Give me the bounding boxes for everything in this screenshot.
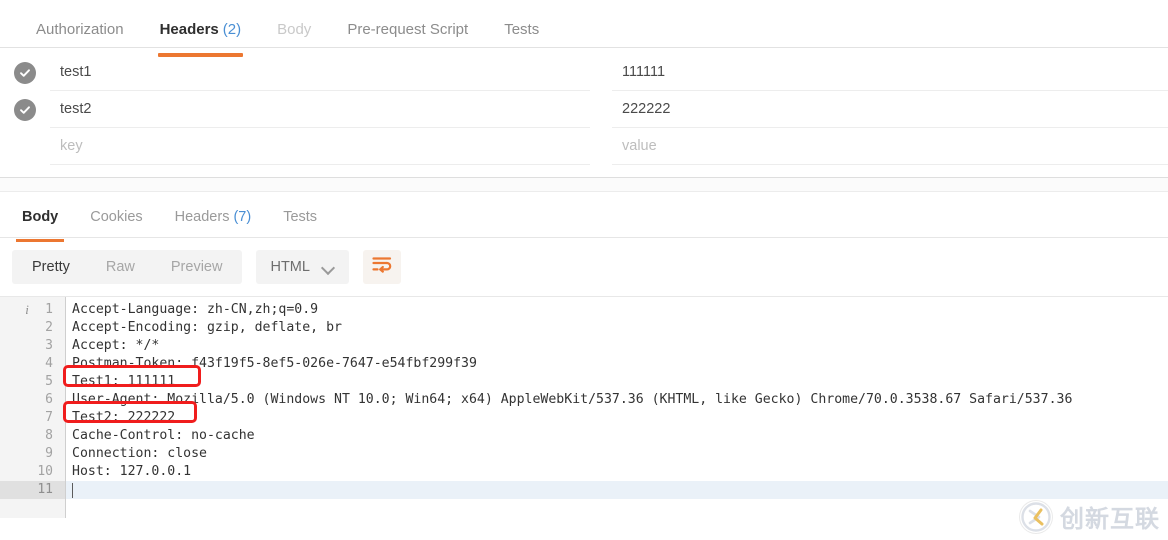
tab-response-body[interactable]: Body (6, 192, 74, 242)
chevron-down-icon (322, 263, 335, 271)
tab-headers-label: Headers (159, 21, 219, 38)
tab-tests[interactable]: Tests (486, 0, 557, 57)
view-mode-segmented-control: Pretty Raw Preview (12, 250, 243, 284)
format-dropdown[interactable]: HTML (256, 250, 349, 284)
word-wrap-button[interactable] (362, 250, 401, 284)
header-row-2-checkbox-cell (0, 98, 50, 121)
code-line: Connection: close (72, 446, 207, 461)
header-value-input-1[interactable]: 111111 (612, 54, 1168, 91)
text-cursor (72, 483, 73, 498)
brand-logo-icon (1019, 499, 1053, 534)
word-wrap-icon (372, 256, 392, 278)
code-line: Accept-Encoding: gzip, deflate, br (72, 320, 342, 335)
header-key-input-1[interactable]: test1 (50, 54, 590, 91)
header-value-input-new[interactable]: value (612, 128, 1168, 165)
line-number: 3 (45, 338, 53, 353)
active-response-tab-indicator (16, 238, 65, 242)
line-number: 10 (37, 464, 53, 479)
tab-pre-request-script[interactable]: Pre-request Script (329, 0, 486, 57)
header-value-input-2[interactable]: 222222 (612, 91, 1168, 128)
code-line: Test2: 222222 (72, 410, 176, 425)
code-line-active (66, 481, 1168, 499)
checkmark-icon[interactable] (14, 61, 36, 84)
tab-headers-count: (2) (222, 21, 242, 38)
view-mode-preview[interactable]: Preview (153, 250, 241, 284)
table-row-empty: key value (0, 128, 1168, 165)
tab-response-tests-label: Tests (283, 209, 318, 225)
line-number-gutter: i 1 2 3 4 5 6 7 8 9 10 11 (0, 297, 66, 518)
header-key-input-2[interactable]: test2 (50, 91, 590, 128)
checkmark-icon[interactable] (14, 98, 36, 121)
tab-response-tests[interactable]: Tests (267, 192, 333, 242)
header-key-input-new[interactable]: key (50, 128, 590, 165)
info-icon[interactable]: i (21, 301, 33, 319)
tab-response-headers[interactable]: Headers (7) (159, 192, 268, 242)
code-line: Cache-Control: no-cache (72, 428, 255, 443)
code-content[interactable]: Accept-Language: zh-CN,zh;q=0.9 Accept-E… (66, 297, 1168, 518)
tab-response-body-label: Body (22, 209, 59, 225)
response-tab-bar: Body Cookies Headers (7) Tests (0, 192, 1168, 242)
code-line: Host: 127.0.0.1 (72, 464, 192, 479)
tab-body[interactable]: Body (259, 0, 329, 57)
tab-response-headers-label: Headers (174, 209, 230, 225)
line-number: 2 (45, 320, 53, 335)
line-number: 8 (45, 428, 53, 443)
response-body-viewer: i 1 2 3 4 5 6 7 8 9 10 11 Accept-Languag… (0, 296, 1168, 518)
tab-pre-request-script-label: Pre-request Script (347, 21, 469, 38)
watermark-text: 创新互联 (1060, 505, 1160, 533)
response-toolbar: Pretty Raw Preview HTML (0, 238, 1168, 296)
request-tab-bar: Authorization Headers (2) Body Pre-reques… (0, 0, 1168, 57)
pane-spacer (0, 178, 1168, 192)
tab-authorization[interactable]: Authorization (18, 0, 142, 57)
tab-response-cookies[interactable]: Cookies (74, 192, 158, 242)
watermark: 创新互联 (1019, 499, 1160, 534)
view-mode-raw[interactable]: Raw (88, 250, 153, 284)
tab-body-label: Body (277, 21, 312, 38)
headers-key-value-table: test1 111111 test2 222222 key value (0, 48, 1168, 165)
header-row-1-checkbox-cell (0, 61, 50, 84)
format-dropdown-value: HTML (270, 259, 310, 275)
tab-headers[interactable]: Headers (2) (142, 0, 260, 57)
tab-tests-label: Tests (504, 21, 540, 38)
tab-response-headers-count: (7) (233, 209, 252, 225)
table-row: test2 222222 (0, 91, 1168, 128)
line-number: 9 (45, 446, 53, 461)
line-number: 6 (45, 392, 53, 407)
line-number-active: 11 (0, 481, 65, 499)
code-line: User-Agent: Mozilla/5.0 (Windows NT 10.0… (72, 392, 1073, 407)
line-number: 5 (45, 374, 53, 389)
view-mode-pretty[interactable]: Pretty (14, 250, 88, 284)
table-row: test1 111111 (0, 54, 1168, 91)
code-line: Test1: 111111 (72, 374, 176, 389)
code-line: Postman-Token: f43f19f5-8ef5-026e-7647-e… (72, 356, 477, 371)
line-number: 7 (45, 410, 53, 425)
code-line: Accept: */* (72, 338, 160, 353)
line-number: 4 (45, 356, 53, 371)
tab-response-cookies-label: Cookies (90, 209, 143, 225)
code-line: Accept-Language: zh-CN,zh;q=0.9 (72, 302, 319, 317)
tab-authorization-label: Authorization (36, 21, 124, 38)
